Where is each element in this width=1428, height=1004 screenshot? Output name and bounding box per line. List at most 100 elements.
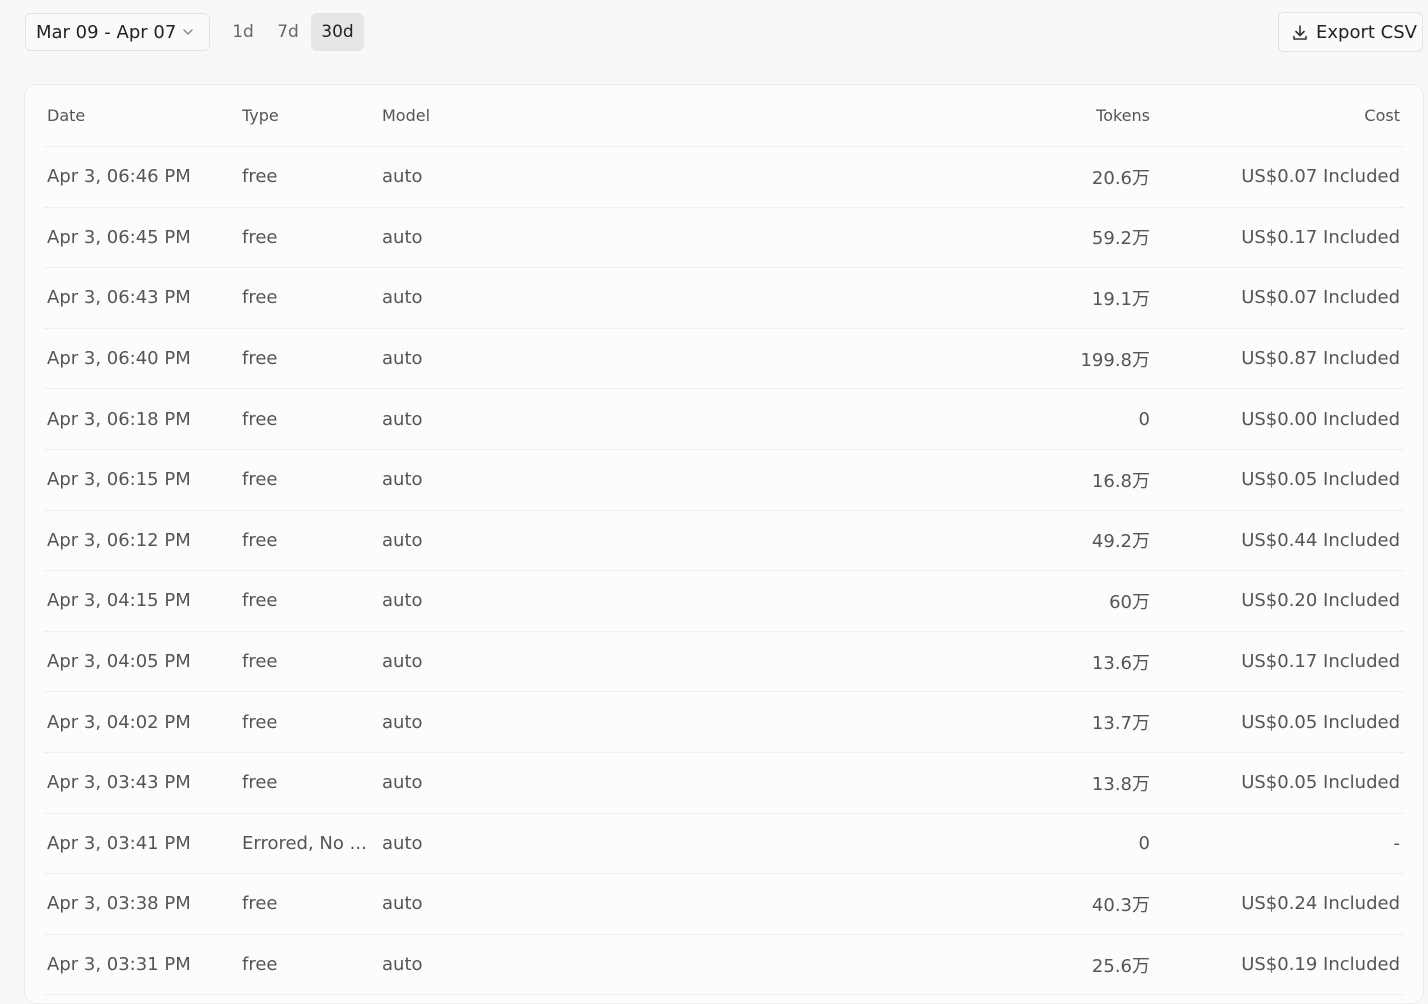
cell-cost: US$0.05 Included: [1241, 469, 1400, 491]
cell-type: free: [242, 529, 278, 551]
cell-model: auto: [382, 348, 423, 370]
date-range-picker[interactable]: Mar 09 - Apr 07: [25, 13, 210, 51]
cell-type: free: [242, 287, 278, 309]
cell-tokens: 25.6万: [1091, 955, 1150, 977]
cell-model: auto: [382, 529, 423, 551]
cell-tokens: 49.2万: [1091, 531, 1150, 553]
column-header-tokens: Tokens: [1096, 106, 1150, 125]
cell-type: free: [242, 166, 278, 188]
cell-type: free: [242, 469, 278, 491]
cell-tokens: 0: [1138, 832, 1150, 854]
cell-model: auto: [382, 166, 423, 188]
toolbar: Mar 09 - Apr 07 1d 7d 30d Export CSV: [0, 0, 1428, 70]
cell-date: Apr 3, 04:05 PM: [47, 651, 191, 673]
cell-tokens: 40.3万: [1091, 894, 1150, 916]
cell-type: free: [242, 408, 278, 430]
cell-tokens: 59.2万: [1091, 228, 1150, 250]
cell-date: Apr 3, 03:43 PM: [47, 772, 191, 794]
cell-model: auto: [382, 408, 423, 430]
table-row: Apr 3, 03:31 PM free auto 25.6万 US$0.19 Incl…: [44, 935, 1404, 996]
cell-tokens: 0: [1138, 408, 1150, 430]
export-csv-label: Export CSV: [1316, 22, 1417, 43]
table-row: Apr 3, 03:41 PM Errored, No ... auto 0 -: [44, 814, 1404, 875]
cell-cost: US$0.17 Included: [1241, 226, 1400, 248]
cell-date: Apr 3, 06:18 PM: [47, 408, 191, 430]
cell-date: Apr 3, 04:02 PM: [47, 711, 191, 733]
table-row: Apr 3, 06:40 PM free auto 199.8万 US$0.87 Inc…: [44, 329, 1404, 390]
table-row: Apr 3, 06:18 PM free auto 0 US$0.00 Included: [44, 389, 1404, 450]
cell-tokens: 13.6万: [1091, 652, 1150, 674]
cell-date: Apr 3, 03:31 PM: [47, 954, 191, 976]
table-row: Apr 3, 06:46 PM free auto 20.6万 US$0.07 Incl…: [44, 147, 1404, 208]
table-row: Apr 3, 06:43 PM free auto 19.1万 US$0.07 Incl…: [44, 268, 1404, 329]
cell-cost: US$0.24 Included: [1241, 893, 1400, 915]
table-row: Apr 3, 03:38 PM free auto 40.3万 US$0.24 Incl…: [44, 874, 1404, 935]
cell-model: auto: [382, 711, 423, 733]
cell-type: free: [242, 893, 278, 915]
usage-table: Date Type Model Tokens Cost Apr 3, 06:46…: [24, 84, 1424, 1004]
cell-cost: US$0.05 Included: [1241, 772, 1400, 794]
cell-date: Apr 3, 06:45 PM: [47, 226, 191, 248]
cell-type: free: [242, 348, 278, 370]
cell-date: Apr 3, 03:41 PM: [47, 832, 191, 854]
cell-type: free: [242, 772, 278, 794]
cell-type: Errored, No ...: [242, 832, 367, 854]
cell-tokens: 20.6万: [1091, 167, 1150, 189]
table-row: Apr 3, 03:43 PM free auto 13.8万 US$0.05 Incl…: [44, 753, 1404, 814]
chevron-down-icon: [183, 29, 193, 35]
range-7d-button[interactable]: 7d: [268, 13, 308, 51]
cell-type: free: [242, 590, 278, 612]
cell-cost: US$0.00 Included: [1241, 408, 1400, 430]
cell-date: Apr 3, 06:12 PM: [47, 529, 191, 551]
cell-date: Apr 3, 06:46 PM: [47, 166, 191, 188]
cell-cost: US$0.07 Included: [1241, 166, 1400, 188]
column-header-type: Type: [242, 106, 279, 125]
cell-tokens: 19.1万: [1091, 288, 1150, 310]
cell-cost: US$0.07 Included: [1241, 287, 1400, 309]
cell-tokens: 13.8万: [1091, 773, 1150, 795]
column-header-date: Date: [47, 106, 86, 125]
cell-model: auto: [382, 469, 423, 491]
cell-date: Apr 3, 06:40 PM: [47, 348, 191, 370]
cell-model: auto: [382, 590, 423, 612]
cell-model: auto: [382, 832, 423, 854]
table-row: Apr 3, 04:05 PM free auto 13.6万 US$0.17 Incl…: [44, 632, 1404, 693]
cell-cost: US$0.20 Included: [1241, 590, 1400, 612]
table-row: Apr 3, 04:02 PM free auto 13.7万 US$0.05 Incl…: [44, 692, 1404, 753]
cell-cost: US$0.87 Included: [1241, 348, 1400, 370]
table-header: Date Type Model Tokens Cost: [44, 85, 1404, 147]
table-row: Apr 3, 06:45 PM free auto 59.2万 US$0.17 Incl…: [44, 208, 1404, 269]
cell-date: Apr 3, 04:15 PM: [47, 590, 191, 612]
table-row: Apr 3, 06:12 PM free auto 49.2万 US$0.44 Incl…: [44, 511, 1404, 572]
cell-tokens: 199.8万: [1080, 349, 1150, 371]
range-30d-button[interactable]: 30d: [311, 13, 364, 51]
cell-date: Apr 3, 06:15 PM: [47, 469, 191, 491]
cell-tokens: 60万: [1109, 591, 1150, 613]
cell-type: free: [242, 954, 278, 976]
cell-cost: US$0.17 Included: [1241, 651, 1400, 673]
cell-model: auto: [382, 772, 423, 794]
range-1d-button[interactable]: 1d: [223, 13, 263, 51]
export-csv-button[interactable]: Export CSV: [1278, 12, 1423, 52]
cell-cost: US$0.44 Included: [1241, 529, 1400, 551]
cell-model: auto: [382, 287, 423, 309]
download-icon: [1293, 25, 1307, 40]
cell-model: auto: [382, 226, 423, 248]
cell-cost: US$0.05 Included: [1241, 711, 1400, 733]
cell-model: auto: [382, 954, 423, 976]
cell-date: Apr 3, 06:43 PM: [47, 287, 191, 309]
cell-cost: US$0.19 Included: [1241, 954, 1400, 976]
date-range-label: Mar 09 - Apr 07: [36, 21, 177, 43]
cell-model: auto: [382, 893, 423, 915]
cell-type: free: [242, 651, 278, 673]
table-row: Apr 3, 06:15 PM free auto 16.8万 US$0.05 Incl…: [44, 450, 1404, 511]
cell-tokens: 16.8万: [1091, 470, 1150, 492]
cell-date: Apr 3, 03:38 PM: [47, 893, 191, 915]
cell-cost: -: [1393, 832, 1401, 854]
cell-model: auto: [382, 651, 423, 673]
column-header-model: Model: [382, 106, 431, 125]
table-row: Apr 3, 04:15 PM free auto 60万 US$0.20 Includ…: [44, 571, 1404, 632]
cell-tokens: 13.7万: [1091, 713, 1150, 735]
cell-type: free: [242, 226, 278, 248]
column-header-cost: Cost: [1364, 106, 1400, 125]
